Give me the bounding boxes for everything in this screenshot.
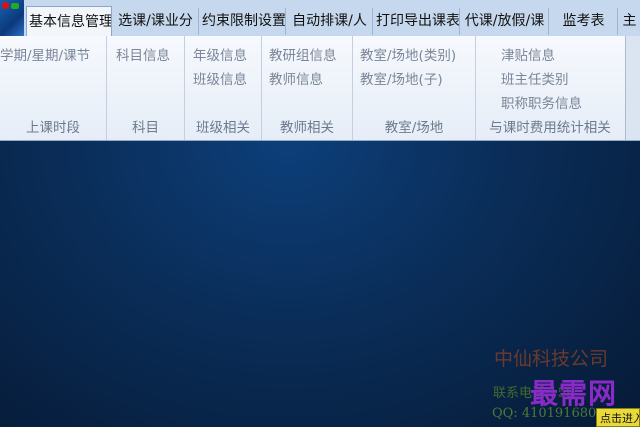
company-name: 中仙科技公司 — [494, 348, 609, 370]
tab-constraints[interactable]: 约束限制设置 — [200, 8, 286, 35]
ribbon-item-teaching-group-info[interactable]: 教研组信息 — [269, 44, 337, 64]
ribbon-item-teacher-info[interactable]: 教师信息 — [269, 68, 323, 88]
group-class: 年级信息 班级信息 班级相关 — [185, 36, 262, 140]
group-class-periods: 学期/星期/课节 上课时段 — [0, 36, 107, 140]
tab-course-selection[interactable]: 选课/课业分 — [113, 8, 199, 35]
tab-substitute-holiday[interactable]: 代课/放假/课 — [461, 8, 549, 35]
ribbon-item-grade-info[interactable]: 年级信息 — [193, 44, 247, 64]
group-classroom: 教室/场地(类别) 教室/场地(子) 教室/场地 — [353, 36, 476, 140]
ribbon-item-subject-info[interactable]: 科目信息 — [116, 44, 170, 64]
enter-button[interactable]: 点击进入 — [596, 408, 640, 427]
group-title: 与课时费用统计相关 — [489, 120, 611, 136]
group-fee-statistics: 津贴信息 班主任类别 职称职务信息 与课时费用统计相关 — [476, 36, 624, 140]
ribbon-item-classroom-category[interactable]: 教室/场地(类别) — [360, 44, 456, 64]
tab-main[interactable]: 主 — [619, 8, 640, 35]
ribbon-item-classroom-sub[interactable]: 教室/场地(子) — [360, 68, 443, 88]
group-title: 班级相关 — [196, 120, 250, 136]
app-logo-red-icon — [2, 2, 9, 9]
group-teacher: 教研组信息 教师信息 教师相关 — [262, 36, 353, 140]
ribbon-item-head-teacher-category[interactable]: 班主任类别 — [501, 68, 569, 88]
ribbon-scroll-edge — [625, 36, 640, 140]
tab-auto-schedule[interactable]: 自动排课/人 — [287, 8, 373, 35]
ribbon-item-allowance-info[interactable]: 津贴信息 — [501, 44, 555, 64]
group-title: 教室/场地 — [384, 120, 444, 136]
ribbon-item-title-position-info[interactable]: 职称职务信息 — [501, 92, 582, 112]
group-subjects: 科目信息 科目 — [107, 36, 185, 140]
contact-qq: QQ: 410191680 — [492, 406, 597, 421]
tab-exam-proctor[interactable]: 监考表 — [550, 8, 618, 35]
group-title: 教师相关 — [280, 120, 334, 136]
group-title: 上课时段 — [26, 120, 80, 136]
ribbon-tab-bar: 基本信息管理 选课/课业分 约束限制设置 自动排课/人 打印导出课表 代课/放假… — [24, 0, 640, 37]
ribbon-panel: 学期/星期/课节 上课时段 科目信息 科目 年级信息 班级信息 班级相关 教研组… — [0, 36, 640, 141]
ribbon-item-class-info[interactable]: 班级信息 — [193, 68, 247, 88]
group-title: 科目 — [132, 120, 159, 136]
ribbon-item-term-week-period[interactable]: 学期/星期/课节 — [0, 44, 90, 64]
app-menu-icon[interactable] — [0, 0, 25, 36]
tab-basic-info[interactable]: 基本信息管理 — [26, 6, 112, 36]
tab-print-export[interactable]: 打印导出课表 — [374, 8, 460, 35]
app-logo-green-icon — [11, 3, 19, 9]
